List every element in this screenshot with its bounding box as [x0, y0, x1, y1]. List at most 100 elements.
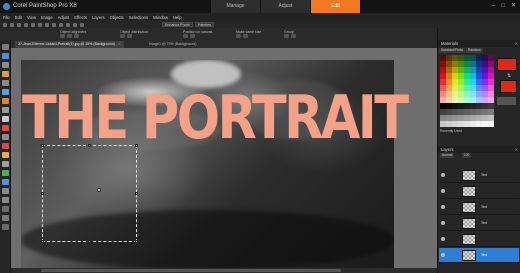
- pen-tool-icon[interactable]: [2, 179, 9, 185]
- dodge-tool-icon[interactable]: [2, 116, 9, 122]
- menu-file[interactable]: File: [3, 15, 10, 20]
- close-tab-icon[interactable]: ✕: [118, 42, 121, 46]
- resize-handle[interactable]: [88, 144, 91, 147]
- color-changer-icon[interactable]: [2, 143, 9, 149]
- levels-icon[interactable]: [73, 22, 77, 27]
- new-file-icon[interactable]: [3, 22, 7, 27]
- resize-handle[interactable]: [41, 192, 44, 195]
- close-button[interactable]: ✕: [511, 3, 516, 10]
- minimize-button[interactable]: –: [492, 3, 495, 10]
- same-height-icon[interactable]: [243, 34, 248, 38]
- object-remover-icon[interactable]: [2, 206, 9, 212]
- horizontal-scrollbar[interactable]: [11, 268, 437, 273]
- workspace-tab-edit[interactable]: Edit: [310, 0, 360, 13]
- materials-tab-rainbow[interactable]: Rainbow: [466, 48, 483, 53]
- menu-adjust[interactable]: Adjust: [58, 15, 70, 20]
- resize-icon[interactable]: [52, 22, 56, 27]
- resize-handle[interactable]: [41, 144, 44, 147]
- resize-handle[interactable]: [135, 192, 138, 195]
- clone-brush-icon[interactable]: [2, 107, 9, 113]
- resize-handle[interactable]: [88, 240, 91, 243]
- menu-window[interactable]: Window: [153, 15, 168, 20]
- makeover-tool-icon[interactable]: [2, 215, 9, 221]
- menu-image[interactable]: Image: [41, 15, 53, 20]
- palette-close-icon[interactable]: ✕: [515, 147, 518, 152]
- align-center-icon[interactable]: [67, 34, 72, 38]
- pan-tool-icon[interactable]: [2, 44, 9, 50]
- menu-help[interactable]: Help: [173, 15, 182, 20]
- visibility-eye-icon[interactable]: [441, 221, 445, 225]
- background-color-swatch[interactable]: [500, 80, 517, 93]
- flood-fill-icon[interactable]: [2, 152, 9, 158]
- visibility-eye-icon[interactable]: [441, 237, 445, 241]
- print-icon[interactable]: [24, 22, 28, 27]
- opacity-field[interactable]: 100: [462, 153, 472, 158]
- same-width-icon[interactable]: [236, 34, 241, 38]
- canvas-headline-text[interactable]: THE PORTRAIT: [22, 88, 409, 148]
- center-canvas-icon[interactable]: [183, 34, 188, 38]
- rotate-icon[interactable]: [59, 22, 63, 27]
- eraser-tool-icon[interactable]: [2, 134, 9, 140]
- layer-row[interactable]: Text: [439, 200, 519, 215]
- blend-mode-dropdown[interactable]: Normal: [440, 153, 455, 158]
- document-tab-portrait[interactable]: 37-Jean-Etienne-Liotard-Portrait(1).jpg …: [15, 41, 124, 48]
- pick-tool-icon[interactable]: [2, 53, 9, 59]
- swap-colors-icon[interactable]: ⇅: [507, 73, 511, 79]
- preset-shape-icon[interactable]: [2, 170, 9, 176]
- ungroup-icon[interactable]: [291, 34, 296, 38]
- smart-carver-icon[interactable]: [2, 224, 9, 230]
- menu-effects[interactable]: Effects: [74, 15, 87, 20]
- dropper-tool-icon[interactable]: [2, 89, 9, 95]
- document-tab-image1[interactable]: Image1 @ 75% (Background): [146, 41, 199, 48]
- paint-brush-icon[interactable]: [2, 125, 9, 131]
- crop-tool-icon[interactable]: [2, 62, 9, 68]
- color-swatch[interactable]: [488, 121, 494, 127]
- scrollbar-thumb[interactable]: [41, 269, 341, 272]
- layer-row[interactable]: [439, 184, 519, 199]
- align-right-icon[interactable]: [74, 34, 79, 38]
- group-icon[interactable]: [284, 34, 289, 38]
- palette-close-icon[interactable]: ✕: [515, 41, 518, 46]
- text-selection-box[interactable]: [41, 144, 138, 243]
- selection-tool-icon[interactable]: [2, 71, 9, 77]
- save-icon[interactable]: [17, 22, 21, 27]
- workspace-tab-manage[interactable]: Manage: [210, 0, 260, 13]
- resize-handle[interactable]: [41, 240, 44, 243]
- workspace-tab-adjust[interactable]: Adjust: [260, 0, 310, 13]
- maximize-button[interactable]: □: [501, 3, 505, 10]
- palettes-dropdown[interactable]: Palettes: [195, 22, 214, 27]
- foreground-color-swatch[interactable]: [497, 58, 517, 71]
- menu-edit[interactable]: Edit: [15, 15, 22, 20]
- histogram-icon[interactable]: [66, 22, 70, 27]
- resize-handle[interactable]: [135, 144, 138, 147]
- enhance-photo-dropdown[interactable]: Enhance Photo: [162, 22, 193, 27]
- red-eye-tool-icon[interactable]: [2, 98, 9, 104]
- color-swatch-grid[interactable]: [440, 55, 494, 127]
- warp-brush-icon[interactable]: [2, 188, 9, 194]
- distribute-v-icon[interactable]: [127, 34, 132, 38]
- layer-row[interactable]: [439, 232, 519, 247]
- menu-layers[interactable]: Layers: [92, 15, 105, 20]
- distribute-h-icon[interactable]: [120, 34, 125, 38]
- visibility-eye-icon[interactable]: [441, 253, 445, 257]
- menu-view[interactable]: View: [27, 15, 36, 20]
- visibility-eye-icon[interactable]: [441, 189, 445, 193]
- freehand-selection-icon[interactable]: [2, 80, 9, 86]
- visibility-eye-icon[interactable]: [441, 205, 445, 209]
- undo-icon[interactable]: [31, 22, 35, 27]
- open-file-icon[interactable]: [10, 22, 14, 27]
- curves-icon[interactable]: [80, 22, 84, 27]
- rotation-handle[interactable]: [97, 188, 101, 192]
- mesh-warp-icon[interactable]: [2, 197, 9, 203]
- text-tool-icon[interactable]: [2, 161, 9, 167]
- transparent-toggle[interactable]: [497, 97, 516, 105]
- layer-row[interactable]: Text: [439, 216, 519, 231]
- align-left-icon[interactable]: [60, 34, 65, 38]
- resize-handle[interactable]: [135, 240, 138, 243]
- center-h-icon[interactable]: [190, 34, 195, 38]
- visibility-eye-icon[interactable]: [441, 173, 445, 177]
- menu-selections[interactable]: Selections: [129, 15, 148, 20]
- layer-row[interactable]: Text: [439, 168, 519, 183]
- menu-objects[interactable]: Objects: [110, 15, 124, 20]
- layer-row-selected[interactable]: Text: [439, 248, 519, 263]
